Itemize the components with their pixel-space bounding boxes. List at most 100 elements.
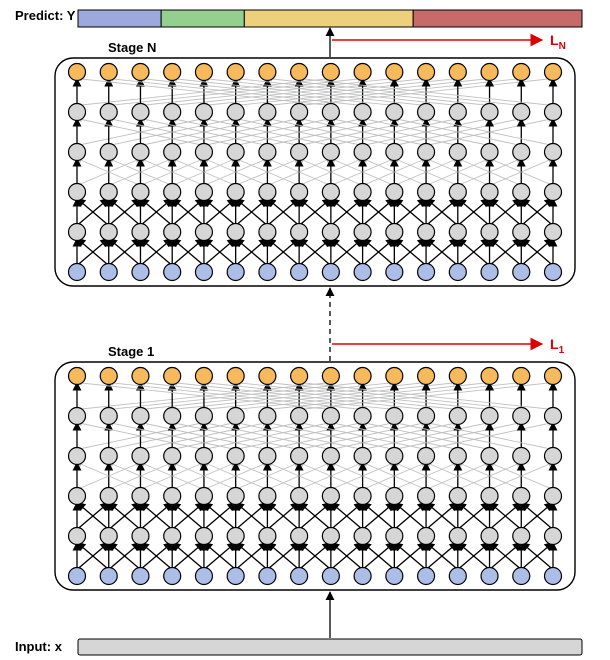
- input-node: [449, 568, 466, 585]
- input-node: [164, 264, 181, 281]
- input-node: [322, 568, 339, 585]
- hidden-node: [545, 184, 562, 201]
- hidden-node: [322, 448, 339, 465]
- hidden-node: [322, 104, 339, 121]
- hidden-node: [259, 488, 276, 505]
- output-node: [259, 368, 276, 385]
- input-node: [69, 568, 86, 585]
- input-node: [545, 264, 562, 281]
- hidden-node: [545, 448, 562, 465]
- hidden-node: [69, 408, 86, 425]
- hidden-node: [132, 144, 149, 161]
- predict-bar: [78, 10, 582, 27]
- hidden-node: [449, 448, 466, 465]
- input-node: [481, 568, 498, 585]
- hidden-node: [513, 144, 530, 161]
- hidden-node: [227, 408, 244, 425]
- hidden-node: [322, 224, 339, 241]
- hidden-node: [69, 528, 86, 545]
- output-node: [322, 64, 339, 81]
- hidden-node: [164, 144, 181, 161]
- output-node: [69, 368, 86, 385]
- hidden-node: [481, 184, 498, 201]
- hidden-node: [418, 488, 435, 505]
- output-node: [164, 368, 181, 385]
- hidden-node: [259, 448, 276, 465]
- hidden-node: [291, 408, 308, 425]
- input-node: [418, 568, 435, 585]
- hidden-node: [449, 224, 466, 241]
- hidden-node: [545, 408, 562, 425]
- hidden-node: [195, 448, 212, 465]
- hidden-node: [132, 184, 149, 201]
- input-node: [227, 264, 244, 281]
- hidden-node: [227, 448, 244, 465]
- hidden-node: [481, 144, 498, 161]
- hidden-node: [418, 144, 435, 161]
- hidden-node: [449, 144, 466, 161]
- input-node: [227, 568, 244, 585]
- hidden-node: [259, 224, 276, 241]
- hidden-node: [291, 224, 308, 241]
- hidden-node: [322, 528, 339, 545]
- label-loss-n: LN: [550, 32, 566, 52]
- input-node: [195, 568, 212, 585]
- input-node: [100, 264, 117, 281]
- hidden-node: [354, 408, 371, 425]
- hidden-node: [164, 184, 181, 201]
- hidden-node: [418, 448, 435, 465]
- hidden-node: [545, 104, 562, 121]
- input-node: [513, 264, 530, 281]
- hidden-node: [195, 408, 212, 425]
- output-node: [291, 64, 308, 81]
- input-node: [545, 568, 562, 585]
- hidden-node: [132, 488, 149, 505]
- hidden-node: [354, 224, 371, 241]
- hidden-node: [481, 408, 498, 425]
- output-node: [449, 368, 466, 385]
- hidden-node: [227, 104, 244, 121]
- hidden-node: [449, 528, 466, 545]
- hidden-node: [513, 528, 530, 545]
- hidden-node: [132, 408, 149, 425]
- input-bar: [78, 639, 582, 655]
- hidden-node: [513, 488, 530, 505]
- hidden-node: [259, 528, 276, 545]
- output-node: [69, 64, 86, 81]
- hidden-node: [386, 184, 403, 201]
- hidden-node: [164, 104, 181, 121]
- hidden-node: [481, 104, 498, 121]
- input-node: [291, 264, 308, 281]
- hidden-node: [354, 488, 371, 505]
- output-node: [322, 368, 339, 385]
- hidden-node: [100, 224, 117, 241]
- hidden-node: [100, 144, 117, 161]
- hidden-node: [513, 104, 530, 121]
- input-node: [291, 568, 308, 585]
- hidden-node: [100, 488, 117, 505]
- hidden-node: [164, 528, 181, 545]
- output-node: [545, 368, 562, 385]
- hidden-node: [227, 488, 244, 505]
- output-node: [513, 368, 530, 385]
- input-node: [195, 264, 212, 281]
- input-node: [354, 264, 371, 281]
- output-node: [449, 64, 466, 81]
- hidden-node: [545, 528, 562, 545]
- output-node: [164, 64, 181, 81]
- hidden-node: [386, 488, 403, 505]
- hidden-node: [545, 144, 562, 161]
- hidden-node: [386, 224, 403, 241]
- input-node: [513, 568, 530, 585]
- output-node: [513, 64, 530, 81]
- hidden-node: [418, 184, 435, 201]
- output-node: [195, 64, 212, 81]
- input-node: [481, 264, 498, 281]
- hidden-node: [69, 488, 86, 505]
- hidden-node: [386, 448, 403, 465]
- output-node: [132, 368, 149, 385]
- input-node: [386, 264, 403, 281]
- hidden-node: [259, 408, 276, 425]
- input-node: [132, 568, 149, 585]
- input-node: [259, 568, 276, 585]
